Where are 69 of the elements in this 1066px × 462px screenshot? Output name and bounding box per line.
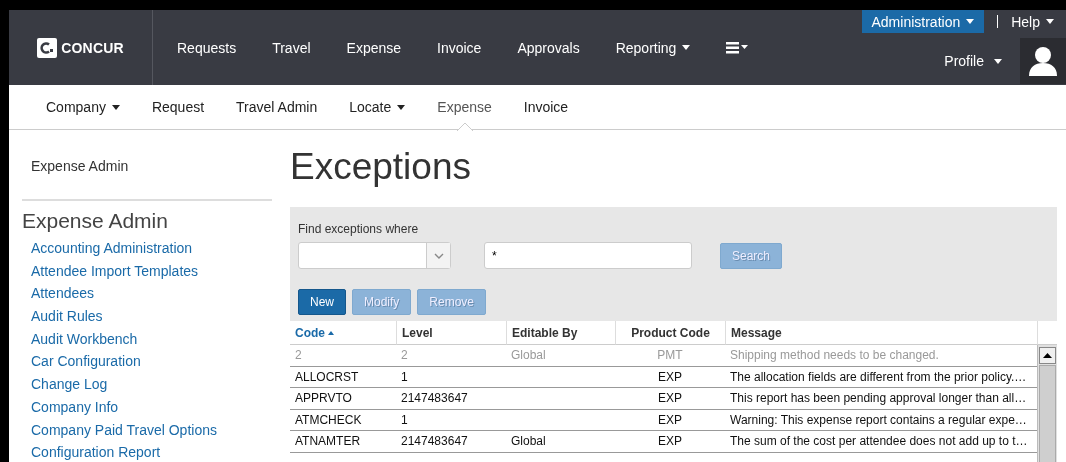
table-cell: PMT xyxy=(615,345,725,367)
sidebar-link[interactable]: Configuration Report xyxy=(22,441,271,462)
column-header[interactable]: Code xyxy=(290,321,396,345)
table-cell: 1 xyxy=(396,409,506,431)
sidebar-link[interactable]: Audit Workbench xyxy=(22,327,271,351)
table-cell: Warning: This expense report contains a regular expe… xyxy=(725,409,1037,431)
table-cell: Global xyxy=(506,431,615,453)
table-cell: The allocation fields are different from the prior policy.… xyxy=(725,366,1037,388)
page-title: Exceptions xyxy=(290,146,472,189)
scroll-up-icon[interactable] xyxy=(1039,347,1056,364)
subnav-tab[interactable]: Expense xyxy=(421,84,508,130)
profile-menu[interactable]: Profile xyxy=(938,52,1008,70)
table-cell: Shipping method needs to be changed. xyxy=(725,345,1037,367)
sidebar-link[interactable]: Company Paid Travel Options xyxy=(22,418,271,442)
table-cell: EXP xyxy=(615,431,725,453)
logo-icon xyxy=(37,37,58,58)
search-field[interactable]: * xyxy=(484,242,692,269)
table-cell: EXP xyxy=(615,409,725,431)
sidebar-link[interactable]: Car Configuration xyxy=(22,350,271,374)
subnav-tab[interactable]: Locate xyxy=(333,84,422,130)
sidebar-heading: Expense Admin xyxy=(22,208,169,234)
table-cell: APPRVTO xyxy=(290,388,396,410)
table-cell: ALLOCRST xyxy=(290,366,396,388)
chevron-icon xyxy=(433,252,444,259)
nav-link[interactable]: Invoice xyxy=(419,39,500,56)
table-cell: EXP xyxy=(615,388,725,410)
table-cell: ATMCHECK xyxy=(290,409,396,431)
sidebar-link[interactable]: Audit Rules xyxy=(22,305,271,328)
sidebar-link[interactable]: Change Log xyxy=(22,373,271,396)
caret-icon xyxy=(994,58,1002,64)
sidebar-link[interactable]: Attendees xyxy=(22,282,271,306)
subnav-tab[interactable]: Company xyxy=(30,84,136,130)
nav-link[interactable]: Travel xyxy=(254,39,329,56)
action-button[interactable]: New xyxy=(298,289,346,315)
logo-text: CONCUR xyxy=(61,39,124,56)
sidebar-link[interactable]: Attendee Import Templates xyxy=(22,259,271,283)
subnav-tab[interactable]: Travel Admin xyxy=(220,84,334,130)
column-header[interactable]: Product Code xyxy=(615,321,725,345)
column-header[interactable]: Level xyxy=(396,321,506,345)
nav-link[interactable]: Approvals xyxy=(499,39,598,56)
subnav-tab[interactable]: Invoice xyxy=(507,84,585,130)
table-cell: 2147483647 xyxy=(396,388,506,410)
table-cell: EXP xyxy=(615,366,725,388)
help-menu[interactable]: Help xyxy=(1011,13,1066,30)
subnav-tab[interactable]: Request xyxy=(135,84,221,130)
table-cell: ATNAMTER xyxy=(290,431,396,453)
administration-menu[interactable]: Administration xyxy=(861,10,985,33)
sort-icon xyxy=(328,330,334,335)
table-cell: 2 xyxy=(396,345,506,367)
table-cell: The sum of the cost per attendee does not add up to t… xyxy=(725,431,1037,453)
caret-icon xyxy=(1046,19,1054,24)
table-cell: 2 xyxy=(290,345,396,367)
search-label: Find exceptions where xyxy=(298,222,420,236)
column-header[interactable]: Editable By xyxy=(506,321,615,345)
scrollbar[interactable] xyxy=(1037,345,1057,462)
table-cell: 1 xyxy=(396,366,506,388)
field-select[interactable] xyxy=(298,242,451,269)
avatar-icon[interactable] xyxy=(1020,38,1066,84)
nav-link[interactable]: Reporting xyxy=(597,39,709,56)
nav-link[interactable]: Expense xyxy=(328,39,420,56)
sidebar-link[interactable]: Company Info xyxy=(22,395,271,419)
table-cell: This report has been pending approval longer than all… xyxy=(725,388,1037,410)
table-cell: 2147483647 xyxy=(396,431,506,453)
caret-icon xyxy=(966,19,975,24)
breadcrumb-link[interactable]: Expense Admin xyxy=(22,130,271,199)
table-cell: Global xyxy=(506,345,615,367)
column-header[interactable]: Message xyxy=(725,321,1037,345)
nav-link[interactable]: Requests xyxy=(159,39,255,56)
sidebar-link[interactable]: Accounting Administration xyxy=(22,237,271,260)
